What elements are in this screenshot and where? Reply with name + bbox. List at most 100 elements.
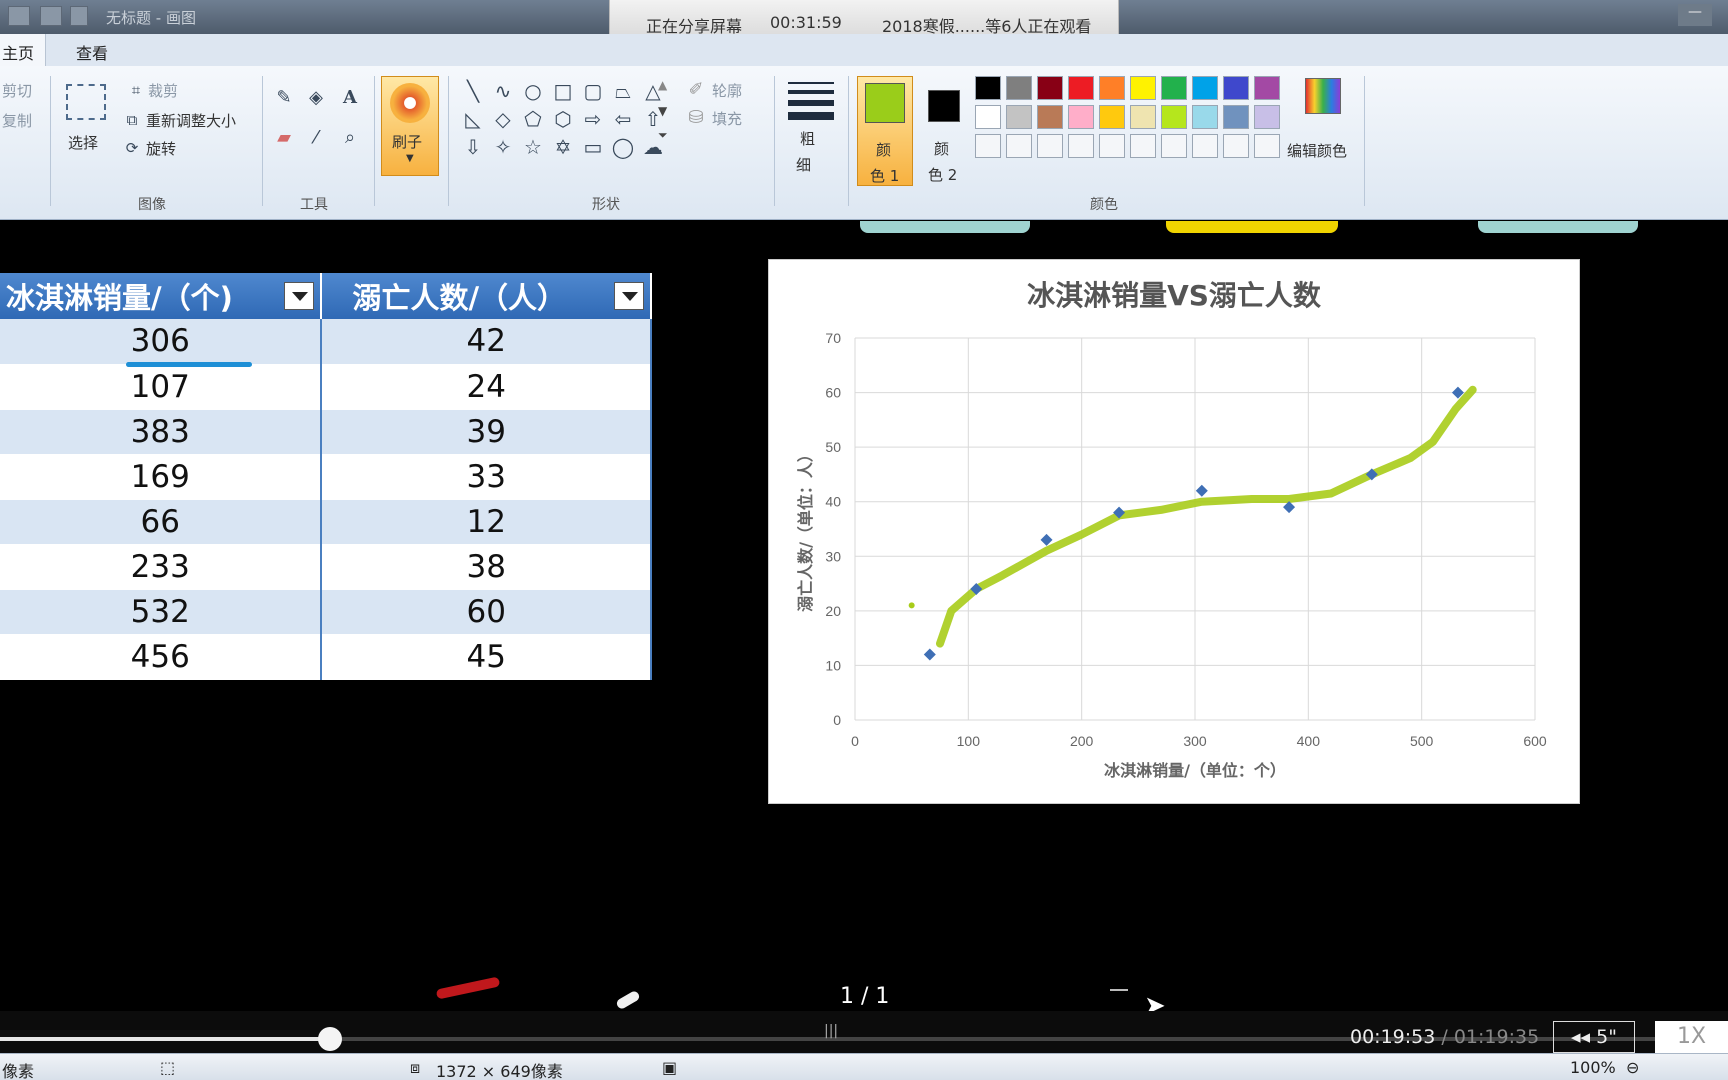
line-shape-icon[interactable]: ╲: [459, 78, 487, 104]
fill-button[interactable]: 填充: [712, 108, 742, 129]
curve-shape-icon[interactable]: ∿: [489, 78, 517, 104]
size-icon[interactable]: [788, 82, 834, 126]
playback-speed-button[interactable]: 1X: [1655, 1021, 1728, 1053]
y-tick-label: 50: [825, 439, 841, 455]
resize-icon[interactable]: ⧉: [120, 108, 144, 132]
rotate-icon[interactable]: ⟳: [120, 136, 144, 160]
palette-swatch-empty[interactable]: [1192, 134, 1218, 158]
palette-swatch-empty[interactable]: [1099, 134, 1125, 158]
palette-swatch[interactable]: [1192, 105, 1218, 129]
filter-dropdown-icon[interactable]: [284, 282, 315, 310]
palette-swatch[interactable]: [1223, 105, 1249, 129]
zoom-out-icon[interactable]: ⊖: [1626, 1058, 1639, 1077]
diamond-shape-icon[interactable]: ◇: [489, 106, 517, 132]
mouse-cursor-icon: ➤: [1144, 991, 1166, 1011]
color1-button[interactable]: 颜 色 1: [857, 76, 913, 186]
current-time: 00:19:53: [1350, 1026, 1436, 1048]
table-cell: 60: [321, 589, 652, 635]
select-button[interactable]: 选择: [68, 132, 98, 153]
paint-canvas[interactable]: 冰淇淋销量/（个) 溺亡人数/（人） 306 42 107 24 383 39 169 33 6…: [0, 221, 1728, 1011]
palette-swatch[interactable]: [1068, 105, 1094, 129]
rewind-5s-button[interactable]: ◂◂ 5": [1553, 1021, 1635, 1053]
palette-swatch[interactable]: [1099, 105, 1125, 129]
color-picker-icon[interactable]: ⁄: [304, 126, 328, 150]
color2-button[interactable]: 颜 色 2: [920, 76, 976, 186]
fill-bucket-icon[interactable]: ◈: [304, 86, 328, 110]
oval-shape-icon[interactable]: ○: [519, 78, 547, 104]
palette-swatch[interactable]: [1254, 76, 1280, 100]
selection-icon: ⬚: [160, 1058, 176, 1077]
palette-swatch[interactable]: [1006, 105, 1032, 129]
crop-icon[interactable]: ⌗: [124, 78, 148, 102]
crop-button[interactable]: 裁剪: [148, 80, 178, 101]
quick-access-dropdown-icon[interactable]: [70, 6, 88, 26]
rectangle-shape-icon[interactable]: □: [549, 78, 577, 104]
fill-icon[interactable]: ⛁: [684, 106, 708, 130]
palette-swatch[interactable]: [1254, 105, 1280, 129]
palette-swatch-empty[interactable]: [1223, 134, 1249, 158]
shapes-scroll-down-icon[interactable]: ▼: [658, 104, 667, 118]
oval-callout-icon[interactable]: ◯: [609, 134, 637, 160]
copy-button[interactable]: 复制: [2, 110, 32, 131]
palette-swatch[interactable]: [975, 105, 1001, 129]
shapes-scroll-up-icon[interactable]: ▲: [658, 78, 667, 92]
palette-swatch[interactable]: [1006, 76, 1032, 100]
pencil-icon[interactable]: ✎: [272, 86, 296, 110]
palette-swatch[interactable]: [1037, 76, 1063, 100]
palette-swatch[interactable]: [1223, 76, 1249, 100]
palette-swatch[interactable]: [1068, 76, 1094, 100]
brush-button[interactable]: 刷子 ▼: [381, 76, 439, 176]
down-arrow-shape-icon[interactable]: ⇩: [459, 134, 487, 160]
palette-swatch[interactable]: [1130, 76, 1156, 100]
palette-swatch[interactable]: [1130, 105, 1156, 129]
rotate-button[interactable]: 旋转: [146, 138, 176, 159]
right-arrow-shape-icon[interactable]: ⇨: [579, 106, 607, 132]
palette-swatch-empty[interactable]: [1254, 134, 1280, 158]
y-axis-label: 溺亡人数/（单位：人）: [796, 446, 815, 612]
palette-swatch[interactable]: [1192, 76, 1218, 100]
left-arrow-shape-icon[interactable]: ⇦: [609, 106, 637, 132]
palette-swatch-empty[interactable]: [1161, 134, 1187, 158]
eraser-icon[interactable]: ▰: [272, 126, 296, 150]
grip-handle-icon[interactable]: |||: [824, 1023, 838, 1039]
palette-swatch-empty[interactable]: [1068, 134, 1094, 158]
tab-home[interactable]: 主页: [0, 34, 46, 66]
six-point-star-icon[interactable]: ✡: [549, 134, 577, 160]
rect-callout-icon[interactable]: ▭: [579, 134, 607, 160]
outline-icon[interactable]: ✐: [684, 78, 708, 102]
polygon-shape-icon[interactable]: ⏢: [609, 78, 637, 104]
text-tool-icon[interactable]: A: [338, 86, 362, 110]
filter-dropdown-icon[interactable]: [614, 282, 644, 310]
five-point-star-icon[interactable]: ☆: [519, 134, 547, 160]
minimize-button[interactable]: —: [1678, 4, 1712, 26]
tab-view[interactable]: 查看: [76, 40, 108, 64]
palette-swatch-empty[interactable]: [1037, 134, 1063, 158]
progress-knob[interactable]: [318, 1027, 342, 1051]
edit-colors-label: 编辑颜色: [1287, 142, 1348, 160]
outline-button[interactable]: 轮廓: [712, 80, 742, 101]
palette-swatch[interactable]: [1099, 76, 1125, 100]
palette-swatch[interactable]: [1037, 105, 1063, 129]
group-label-colors: 颜色: [1090, 197, 1118, 213]
palette-swatch-empty[interactable]: [975, 134, 1001, 158]
color-palette[interactable]: [975, 76, 1280, 158]
magnifier-icon[interactable]: ⌕: [338, 126, 362, 150]
shapes-expand-icon[interactable]: ⏷: [658, 128, 668, 143]
edit-colors-button[interactable]: 编辑颜色: [1287, 74, 1357, 174]
palette-swatch[interactable]: [1161, 76, 1187, 100]
palette-swatch-empty[interactable]: [1006, 134, 1032, 158]
hexagon-shape-icon[interactable]: ⬡: [549, 106, 577, 132]
four-point-star-icon[interactable]: ✧: [489, 134, 517, 160]
palette-swatch-empty[interactable]: [1130, 134, 1156, 158]
undo-icon[interactable]: [8, 6, 30, 26]
pentagon-shape-icon[interactable]: ⬠: [519, 106, 547, 132]
table-cell: 306: [0, 319, 323, 365]
palette-swatch[interactable]: [975, 76, 1001, 100]
palette-swatch[interactable]: [1161, 105, 1187, 129]
right-triangle-shape-icon[interactable]: ◺: [459, 106, 487, 132]
shapes-gallery[interactable]: ╲ ∿ ○ □ ▢ ⏢ △ ◺ ◇ ⬠ ⬡ ⇨ ⇦ ⇧ ⇩ ✧ ☆ ✡ ▭ ◯ ☁: [459, 78, 667, 160]
select-icon[interactable]: [66, 84, 106, 120]
cut-button[interactable]: 剪切: [2, 80, 32, 101]
rounded-rectangle-shape-icon[interactable]: ▢: [579, 78, 607, 104]
resize-button[interactable]: 重新调整大小: [146, 110, 236, 131]
